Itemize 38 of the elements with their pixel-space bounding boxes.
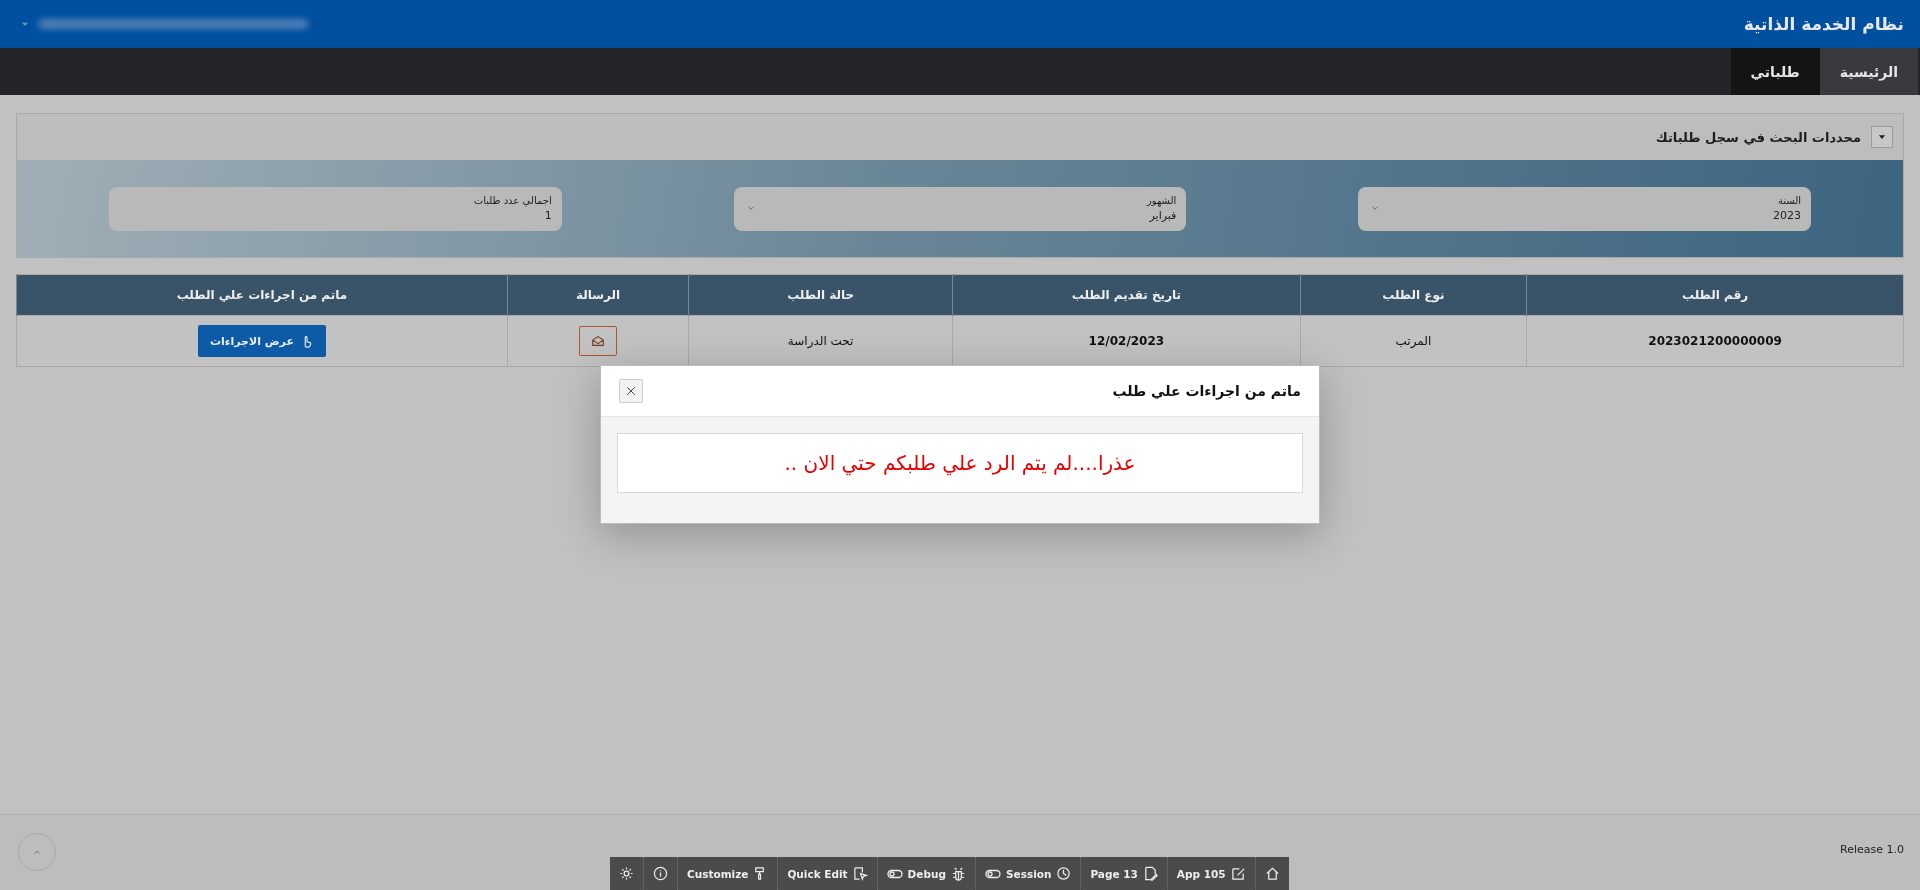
- table-cell: المرتب: [1300, 315, 1527, 367]
- toolbar-button[interactable]: Quick Edit: [778, 857, 878, 890]
- toolbar-button[interactable]: Session: [975, 857, 1082, 890]
- info-icon: [653, 866, 668, 881]
- toolbar-button[interactable]: Customize: [678, 857, 779, 890]
- view-actions-button[interactable]: عرض الاجراءات: [197, 325, 326, 357]
- table-cell: 12/02/2023: [952, 315, 1301, 367]
- edit-icon: [1230, 866, 1246, 881]
- column-header: تاريخ تقديم الطلب: [952, 274, 1301, 316]
- select-field[interactable]: الشهور فبراير: [733, 186, 1187, 231]
- home-icon: [1264, 866, 1280, 881]
- dialog-title: ماتم من اجراءات علي طلب: [1112, 383, 1301, 399]
- column-header: ماتم من اجراءات علي الطلب: [16, 274, 508, 316]
- table-cell: 2023021200000009: [1526, 315, 1904, 367]
- toolbar-button[interactable]: Page 13: [1081, 857, 1168, 890]
- cursor-icon: [852, 866, 868, 881]
- table-cell: تحت الدراسة: [688, 315, 953, 367]
- release-label: Release 1.0: [1840, 843, 1904, 856]
- app-title: نظام الخدمة الذاتية: [1743, 14, 1904, 34]
- column-header: نوع الطلب: [1300, 274, 1527, 316]
- toolbar-button[interactable]: App 105: [1167, 857, 1256, 890]
- message-button[interactable]: [579, 326, 617, 356]
- column-header: حالة الطلب: [688, 274, 953, 316]
- settings-icon: [619, 866, 634, 881]
- nav-tab[interactable]: الرئيسية: [1819, 48, 1918, 95]
- dialog-message: عذرا....لم يتم الرد علي طلبكم حتي الان ..: [617, 433, 1303, 493]
- close-icon: [625, 385, 637, 397]
- envelope-icon: [590, 334, 606, 348]
- bug-icon: [950, 866, 966, 881]
- panel-title: محددات البحث في سجل طلباتك: [1655, 129, 1861, 145]
- column-header: رقم الطلب: [1526, 274, 1904, 316]
- toolbar-button[interactable]: Debug: [877, 857, 976, 890]
- collapse-button[interactable]: [1871, 126, 1893, 148]
- clock-icon: [1056, 866, 1072, 881]
- page-edit-icon: [1142, 866, 1158, 881]
- close-button[interactable]: [619, 379, 643, 403]
- column-header: الرسالة: [507, 274, 689, 316]
- nav-tab[interactable]: طلباتي: [1730, 48, 1820, 95]
